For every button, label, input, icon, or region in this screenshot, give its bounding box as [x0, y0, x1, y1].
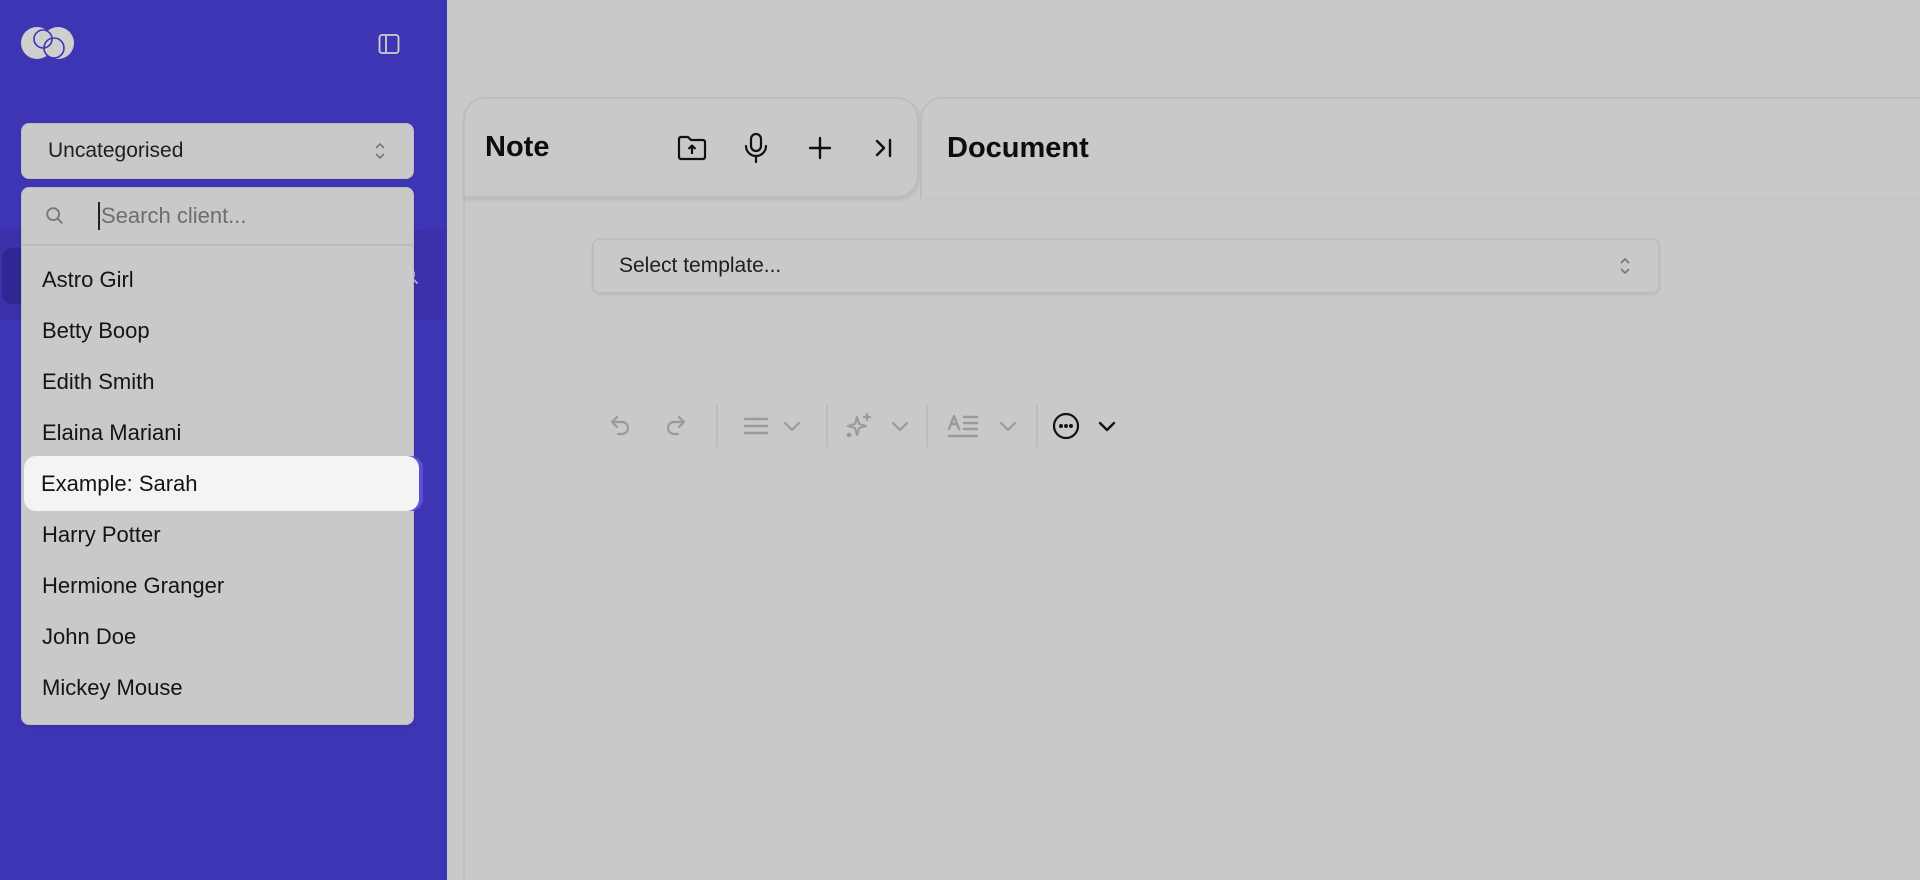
chevron-down-icon [783, 421, 801, 432]
client-option[interactable]: Astro Girl [22, 254, 413, 305]
app-logo-icon[interactable] [20, 27, 74, 59]
template-select[interactable]: Select template... [592, 238, 1660, 294]
chevron-down-icon [999, 421, 1017, 432]
arrow-right-to-line-icon [875, 138, 892, 157]
sidebar: Uncategorised Astro Girl Betty Boop Edit… [0, 0, 447, 880]
chevron-up-down-icon [375, 142, 385, 160]
folder-upload-icon [677, 135, 707, 160]
category-select[interactable]: Uncategorised [21, 123, 414, 179]
ai-actions-dropdown-button[interactable] [838, 406, 916, 446]
client-option[interactable]: Betty Boop [22, 305, 413, 356]
collapse-note-button[interactable] [852, 126, 916, 170]
note-title: Note [485, 131, 550, 163]
ellipsis-circle-icon [1052, 412, 1080, 440]
undo-icon [610, 415, 630, 436]
plus-icon [808, 136, 832, 159]
client-search-row [22, 188, 413, 246]
record-button[interactable] [724, 126, 788, 170]
toolbar-divider [716, 405, 718, 447]
editor-toolbar [598, 403, 1120, 449]
client-search-input[interactable] [98, 202, 413, 230]
client-option[interactable]: Mickey Mouse [22, 662, 413, 713]
client-option[interactable]: Hermione Granger [22, 560, 413, 611]
sidebar-panel-icon [378, 34, 400, 54]
redo-button[interactable] [644, 406, 706, 446]
upload-folder-button[interactable] [660, 126, 724, 170]
client-option[interactable]: Harry Potter [22, 509, 413, 560]
redo-icon [666, 415, 686, 436]
client-option[interactable]: Elaina Mariani [22, 407, 413, 458]
align-dropdown-button[interactable] [728, 406, 816, 446]
document-title: Document [947, 132, 1089, 164]
client-option-highlighted[interactable]: Example: Sarah [24, 456, 419, 511]
template-select-placeholder: Select template... [619, 254, 782, 277]
note-actions [660, 126, 916, 170]
chevron-down-icon [891, 421, 909, 432]
add-note-button[interactable] [788, 126, 852, 170]
microphone-icon [744, 132, 768, 163]
note-panel-border [463, 195, 465, 880]
category-select-value: Uncategorised [48, 139, 184, 162]
undo-button[interactable] [598, 406, 644, 446]
document-panel-header: Document [920, 97, 1920, 199]
toolbar-divider [826, 405, 828, 447]
sidebar-toggle-button[interactable] [374, 30, 404, 58]
client-option[interactable]: Edith Smith [22, 356, 413, 407]
toolbar-divider [1036, 405, 1038, 447]
sparkles-icon [846, 412, 872, 438]
text-format-icon [947, 414, 979, 438]
chevron-down-icon [1098, 421, 1116, 432]
text-style-dropdown-button[interactable] [938, 406, 1026, 446]
client-option[interactable]: John Doe [22, 611, 413, 662]
note-panel-header: Note [463, 97, 919, 198]
search-icon [46, 207, 63, 224]
toolbar-divider [926, 405, 928, 447]
align-lines-icon [743, 417, 769, 435]
more-options-dropdown-button[interactable] [1048, 406, 1120, 446]
chevron-up-down-icon [1620, 257, 1630, 275]
